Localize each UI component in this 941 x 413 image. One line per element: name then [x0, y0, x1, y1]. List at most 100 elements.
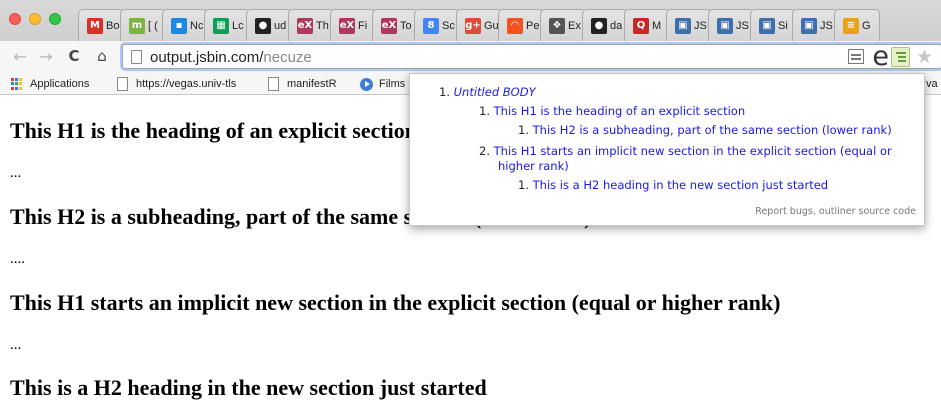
outline-item: 1. This H2 is a subheading, part of the …	[518, 123, 892, 138]
forward-arrow-icon[interactable]: →	[36, 46, 56, 66]
tab[interactable]: eX To	[372, 9, 418, 41]
toolbar: ← → C ⌂ output.jsbin.com/necuze e ★	[0, 41, 941, 72]
window-close-button[interactable]	[9, 13, 21, 25]
tab-title: da	[610, 19, 623, 32]
tab-title: JS	[736, 19, 749, 32]
jsbin-icon: ▣	[717, 17, 733, 34]
page-icon	[131, 50, 142, 64]
evernote-extension-icon[interactable]: e	[872, 41, 889, 72]
tab[interactable]: ≡ G	[834, 9, 880, 41]
report-bugs-link[interactable]: Report bugs	[755, 206, 813, 217]
outline-link[interactable]: This H1 starts an implicit new section i…	[494, 144, 892, 158]
outliner-source-link[interactable]: outliner source code	[819, 206, 916, 217]
jsbin-icon: ▣	[675, 17, 691, 34]
tab[interactable]: 8 Sc	[414, 9, 460, 41]
tab-title: JS	[694, 19, 707, 32]
reader-extension-icon[interactable]	[848, 49, 864, 64]
window-minimize-button[interactable]	[29, 13, 41, 25]
tab-title: [ (	[148, 19, 158, 32]
tab[interactable]: ● ud	[246, 9, 292, 41]
bookmark-overflow[interactable]: va	[926, 76, 938, 92]
tab[interactable]: ▣ JS	[792, 9, 838, 41]
tab[interactable]: ▣ JS	[666, 9, 712, 41]
tab-title: Bo	[106, 19, 120, 32]
tab[interactable]: ▪ Nc	[162, 9, 208, 41]
tab[interactable]: ◠ Pe	[498, 9, 544, 41]
outline-number: 2.	[479, 144, 490, 158]
address-bar[interactable]: output.jsbin.com/necuze e ★	[122, 41, 941, 72]
bookmark-star-icon[interactable]: ★	[916, 46, 933, 68]
google-icon: 8	[423, 17, 439, 34]
back-arrow-icon[interactable]: ←	[10, 46, 30, 66]
page-icon	[117, 77, 128, 91]
url-path: necuze	[263, 49, 312, 66]
outline-link[interactable]: higher rank)	[498, 159, 569, 173]
tab-title: JS	[820, 19, 833, 32]
window-zoom-button[interactable]	[49, 13, 61, 25]
tab[interactable]: M Bo	[78, 9, 124, 41]
footer-separator: ,	[812, 206, 816, 217]
outline-number: 1.	[439, 85, 450, 99]
edx-icon: eX	[381, 17, 397, 34]
jsbin-icon: ▣	[759, 17, 775, 34]
tab-title: Fi	[358, 19, 368, 32]
url-text[interactable]: output.jsbin.com/necuze	[150, 49, 312, 66]
home-icon[interactable]: ⌂	[92, 46, 112, 66]
tab[interactable]: ▣ Si	[750, 9, 796, 41]
tab-title: Pe	[526, 19, 540, 32]
tab-title: ud	[274, 19, 287, 32]
tab[interactable]: ● da	[582, 9, 628, 41]
tab[interactable]: eX Th	[288, 9, 334, 41]
tab-title: Si	[778, 19, 788, 32]
outline-link[interactable]: Untitled BODY	[454, 85, 536, 99]
tab-title: Th	[316, 19, 329, 32]
outline-link[interactable]: This H1 is the heading of an explicit se…	[494, 104, 746, 118]
sheets-icon: ▦	[213, 17, 229, 34]
outline-number: 1.	[479, 104, 490, 118]
quora-icon: Q	[633, 17, 649, 34]
outliner-extension-icon[interactable]	[891, 47, 910, 67]
outline-item: 2. This H1 starts an implicit new sectio…	[479, 144, 892, 159]
tab[interactable]: m[ (	[120, 9, 166, 41]
edx-icon: eX	[339, 17, 355, 34]
bookmark-films[interactable]: Films	[360, 76, 405, 92]
bookmark-applications[interactable]: Applications	[11, 76, 89, 92]
tab-title: Sc	[442, 19, 455, 32]
mongo-icon: m	[129, 17, 145, 34]
url-host: output.jsbin.com/	[150, 49, 264, 66]
tab-title: Ex	[568, 19, 581, 32]
outline-link[interactable]: This is a H2 heading in the new section …	[533, 178, 828, 192]
reload-icon[interactable]: C	[64, 46, 84, 66]
tab-title: Lc	[232, 19, 244, 32]
tab[interactable]: g+ Gu	[456, 9, 502, 41]
tab[interactable]: ▣ JS	[708, 9, 754, 41]
outline-link[interactable]: This H2 is a subheading, part of the sam…	[533, 123, 892, 137]
rainbow-icon: ◠	[507, 17, 523, 34]
jsbin-icon: ▣	[801, 17, 817, 34]
tab[interactable]: ❖ Ex	[540, 9, 586, 41]
outline-item: 1. This H1 is the heading of an explicit…	[479, 104, 745, 119]
tab-title: To	[400, 19, 412, 32]
heading-h1-implicit: This H1 starts an implicit new section i…	[10, 290, 781, 315]
tab[interactable]: eX Fi	[330, 9, 376, 41]
google-plus-icon: g+	[465, 17, 481, 34]
bookmark-vegas[interactable]: https://vegas.univ-tls	[117, 76, 236, 92]
edx-icon: eX	[297, 17, 313, 34]
tab[interactable]: ▦ Lc	[204, 9, 250, 41]
tab-title: G	[862, 19, 871, 32]
puzzle-icon: ❖	[549, 17, 565, 34]
tab-title: M	[652, 19, 662, 32]
outline-number: 1.	[518, 123, 529, 137]
tab[interactable]: QM	[624, 9, 670, 41]
paragraph: ...	[10, 337, 22, 353]
bookmark-label: https://vegas.univ-tls	[136, 78, 237, 90]
apps-grid-icon	[11, 78, 23, 90]
tab-title: Nc	[190, 19, 204, 32]
heading-h1-explicit: This H1 is the heading of an explicit se…	[10, 118, 418, 143]
page-icon	[268, 77, 279, 91]
bookmark-label: Films	[379, 78, 406, 90]
tab-title: Gu	[484, 19, 499, 32]
gmail-icon: M	[87, 17, 103, 34]
docs-icon: ≡	[843, 17, 859, 34]
bookmark-manifestr[interactable]: manifestR	[268, 76, 337, 92]
